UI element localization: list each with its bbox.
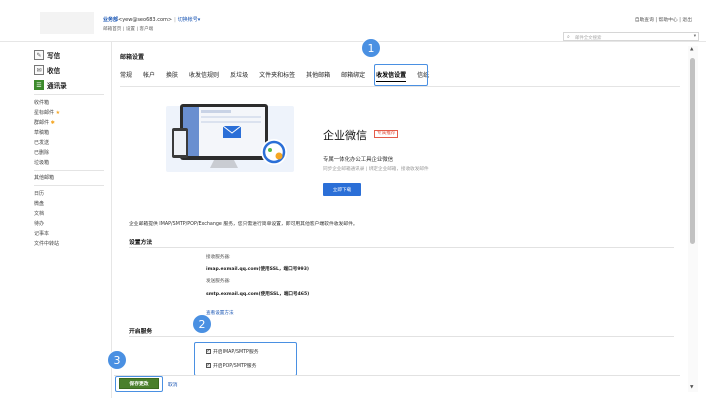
sidebar-item-deleted[interactable]: 已删除 [34,149,49,156]
company-logo [40,12,94,34]
star-icon: ★ [55,110,61,116]
tab-account[interactable]: 帐户 [143,70,155,82]
promo-description: 同步企业邮箱通讯录 | 绑定企业邮箱，接收收发邮件 [323,167,429,172]
tab-antispam[interactable]: 反垃圾 [230,70,248,82]
sidebar-item-calendar[interactable]: 日历 [34,190,44,197]
setup-help-link[interactable]: 查看设置方法 [206,310,234,316]
scroll-up-icon[interactable]: ▲ [690,47,693,52]
section-divider [129,336,674,337]
scrollbar-thumb[interactable] [690,58,695,244]
search-input[interactable]: ⌕ 邮件全文搜索 ▾ [563,32,699,41]
scroll-down-icon[interactable]: ▼ [690,385,693,390]
compose-icon: ✎ [34,50,44,60]
sidebar-item-other-mailboxes[interactable]: 其他邮箱 [34,174,54,181]
account-name: 业务部 [103,17,119,23]
promo-subtitle: 专属一体化办公工具企业微信 [323,157,394,163]
receive-server-value: imap.exmail.qq.com(使用SSL，端口号993) [206,267,310,272]
save-button[interactable]: 保存更改 [119,378,159,389]
sidebar: ✎ 写信 ✉ 收信 ☰ 通讯录 收件箱 星标邮件 ★ 群邮件 ✱ 草稿箱 已发送… [0,42,112,398]
tabs-divider [120,86,680,87]
tab-folders-labels[interactable]: 文件夹和标签 [259,70,295,82]
settings-panel: 邮箱设置 常规 帐户 换肤 收发信规则 反垃圾 文件夹和标签 其他邮箱 邮箱绑定… [112,42,688,398]
sidebar-item-label: 收信 [47,67,61,75]
sidebar-divider [34,185,104,186]
top-header: 业务部<yew@seo683.com> | 切换帐号▾ 邮箱首页 | 设置 | 客户… [0,0,706,42]
sidebar-item-compose[interactable]: ✎ 写信 [34,50,60,60]
tab-general[interactable]: 常规 [120,70,132,82]
top-links[interactable]: 自助查询 | 帮助中心 | 退出 [635,16,692,23]
check-icon: ✓ [206,363,211,368]
sidebar-item-label: 通讯录 [47,82,67,90]
download-button[interactable]: 立即下载 [323,183,361,196]
sidebar-item-docs[interactable]: 文档 [34,210,44,217]
sidebar-item-drafts[interactable]: 草稿箱 [34,129,49,136]
checkbox-label: 开启POP/SMTP服务 [213,364,257,369]
sidebar-item-notes[interactable]: 记事本 [34,230,49,237]
account-info: 业务部<yew@seo683.com> | 切换帐号▾ [103,17,201,23]
sidebar-divider [34,170,104,171]
check-icon: ✓ [206,349,211,354]
contacts-icon: ☰ [34,80,44,90]
tab-other-mailboxes[interactable]: 其他邮箱 [306,70,330,82]
mail-settings-page: 业务部<yew@seo683.com> | 切换帐号▾ 邮箱首页 | 设置 | 客户… [0,0,706,398]
sidebar-item-label: 星标邮件 [34,110,55,116]
setup-section-title: 设置方法 [129,240,153,246]
receive-server-label: 接收服务器: [206,255,231,260]
chevron-down-icon[interactable]: ▾ [694,34,696,39]
step-marker-2: 2 [192,314,212,334]
service-section-title: 开启服务 [129,329,153,335]
sidebar-item-todo[interactable]: 待办 [34,220,44,227]
sidebar-item-spam[interactable]: 垃圾箱 [34,159,49,166]
sidebar-item-contacts[interactable]: ☰ 通讯录 [34,80,67,90]
sidebar-item-label: 群邮件 [34,120,50,126]
checkbox-label: 开启IMAP/SMTP服务 [213,350,259,355]
send-server-value: smtp.exmail.qq.com(使用SSL，端口号465) [206,292,310,297]
wecom-illustration [166,104,294,172]
sidebar-item-label: 写信 [47,52,61,60]
search-placeholder: 邮件全文搜索 [575,35,602,41]
search-icon: ⌕ [567,34,570,40]
tab-skin[interactable]: 换肤 [166,70,178,82]
switch-account-link[interactable]: 切换帐号▾ [178,17,201,23]
account-email: <yew@seo683.com> [118,17,173,23]
step-marker-3: 3 [107,350,127,370]
sidebar-item-starred[interactable]: 星标邮件 ★ [34,109,60,116]
sidebar-item-file-transfer[interactable]: 文件中转站 [34,240,59,247]
breadcrumb[interactable]: 邮箱首页 | 设置 | 客户端 [103,26,153,32]
tab-binding[interactable]: 邮箱绑定 [341,70,365,82]
step-marker-1: 1 [361,38,381,58]
promo-tag-badge: 专属推荐 [374,130,399,138]
sidebar-item-inbox-folder[interactable]: 收件箱 [34,99,49,106]
send-server-label: 发送服务器: [206,279,231,284]
active-tab-highlight [374,64,428,86]
pop-smtp-checkbox[interactable]: ✓ 开启POP/SMTP服务 [206,362,256,369]
footer-divider [114,375,680,376]
group-icon: ✱ [50,120,55,126]
sidebar-item-group[interactable]: 群邮件 ✱ [34,119,55,126]
cancel-link[interactable]: 取消 [168,381,178,388]
promo-title: 企业微信 [323,129,367,142]
service-description: 企业邮箱提供 IMAP/SMTP/POP/Exchange 服务，您只需进行简单… [129,222,358,227]
tab-rules[interactable]: 收发信规则 [189,70,219,82]
inbox-icon: ✉ [34,65,44,75]
imap-smtp-checkbox[interactable]: ✓ 开启IMAP/SMTP服务 [206,348,259,355]
page-title: 邮箱设置 [120,54,145,61]
sidebar-item-inbox[interactable]: ✉ 收信 [34,65,60,75]
section-divider [129,247,674,248]
sidebar-item-drive[interactable]: 微盘 [34,200,44,207]
sidebar-divider [34,94,104,95]
sidebar-item-sent[interactable]: 已发送 [34,139,49,146]
